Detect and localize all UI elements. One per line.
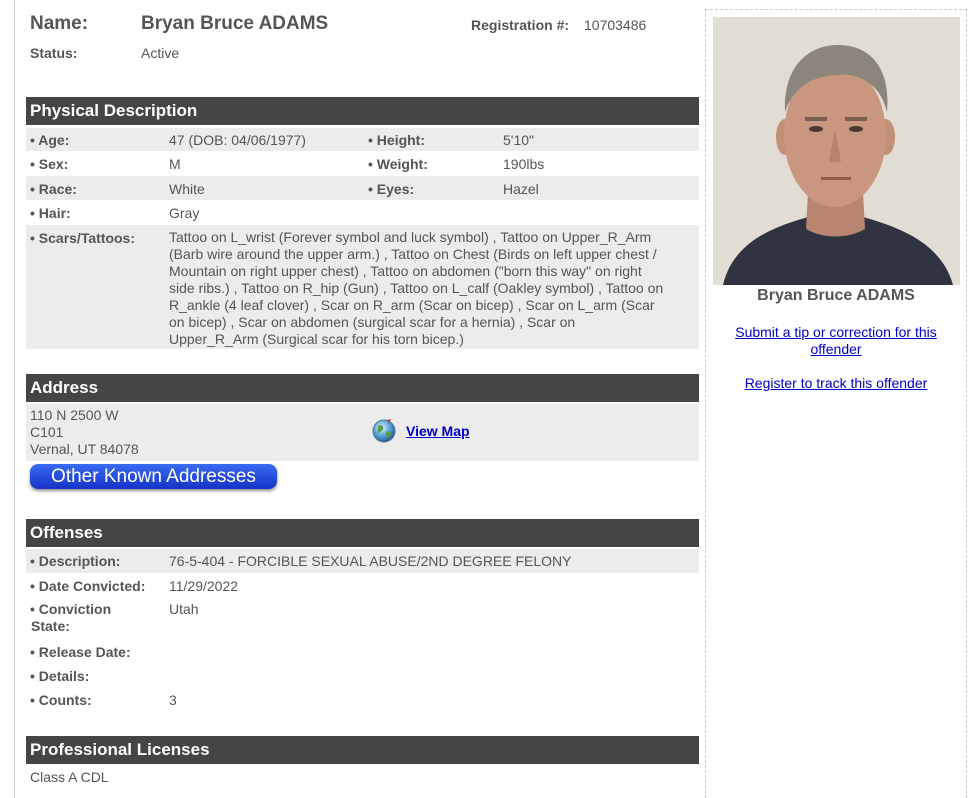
registration-label: Registration #: [471, 17, 570, 33]
status-value: Active [141, 45, 180, 61]
description-label: • Description: [30, 553, 121, 569]
sex-value: M [169, 156, 181, 172]
date-convicted-value: 11/29/2022 [169, 578, 239, 594]
release-date-label: • Release Date: [30, 644, 131, 660]
photo-caption-name: Bryan Bruce ADAMS [757, 287, 915, 304]
physical-description-header: Physical Description [26, 97, 699, 125]
physical-row-sex-weight: • Sex: M • Weight: 190lbs [26, 152, 699, 175]
left-border-line [14, 0, 15, 798]
submit-tip-link-line-2[interactable]: offender [810, 341, 861, 357]
eyes-label: • Eyes: [368, 181, 415, 197]
scars-line: Mountain on right upper chest) , Tattoo … [169, 263, 642, 279]
address-line-3: Vernal, UT 84078 [30, 441, 139, 457]
physical-row-race-eyes: • Race: White • Eyes: Hazel [26, 176, 699, 200]
offense-row-state: • Conviction State: Utah [26, 600, 699, 640]
description-value: 76-5-404 - FORCIBLE SEXUAL ABUSE/2ND DEG… [169, 553, 572, 569]
offense-row-convicted: • Date Convicted: 11/29/2022 [26, 574, 699, 598]
date-convicted-label: • Date Convicted: [30, 578, 146, 594]
physical-row-scars: • Scars/Tattoos: Tattoo on L_wrist (Fore… [26, 225, 699, 349]
registration-number: 10703486 [584, 17, 647, 33]
race-label: • Race: [30, 181, 77, 197]
conviction-state-value: Utah [169, 601, 199, 617]
counts-value: 3 [169, 692, 177, 708]
view-map-link[interactable]: View Map [406, 423, 470, 439]
offense-row-description: • Description: 76-5-404 - FORCIBLE SEXUA… [26, 549, 699, 573]
offenses-header: Offenses [26, 519, 699, 547]
race-value: White [169, 181, 205, 197]
height-label: • Height: [368, 132, 426, 148]
conviction-state-label-line-2: State: [31, 618, 70, 634]
globe-icon[interactable] [371, 417, 398, 444]
weight-value: 190lbs [503, 156, 545, 172]
height-value: 5'10" [503, 132, 535, 148]
address-line-1: 110 N 2500 W [30, 407, 119, 423]
offense-row-counts: • Counts: 3 [26, 690, 699, 712]
register-track-link[interactable]: Register to track this offender [720, 375, 952, 391]
scars-line: (Barb wire around the upper arm.) , Tatt… [169, 246, 657, 262]
hair-label: • Hair: [30, 205, 71, 221]
physical-row-age-height: • Age: 47 (DOB: 04/06/1977) • Height: 5'… [26, 128, 699, 151]
address-header: Address [26, 374, 699, 402]
scars-line: on bicep) , Scar on abdomen (surgical sc… [169, 314, 576, 330]
scars-line: side ribs.) , Tattoo on R_hip (Gun) , Ta… [169, 280, 664, 296]
submit-tip-link[interactable]: Submit a tip or correction for this offe… [720, 324, 952, 358]
physical-row-hair: • Hair: Gray [26, 201, 699, 224]
address-line-2: C101 [30, 424, 64, 440]
name-label: Name: [30, 13, 89, 34]
scars-line: R_ankle (4 leaf clover) , Scar on R_arm … [169, 297, 655, 313]
details-label: • Details: [30, 668, 90, 684]
eyes-value: Hazel [503, 181, 539, 197]
scars-value: Tattoo on L_wrist (Forever symbol and lu… [169, 229, 697, 348]
conviction-state-label-line-1: • Conviction [30, 601, 112, 617]
license-value: Class A CDL [30, 769, 109, 785]
offense-row-details: • Details: [26, 666, 699, 688]
conviction-state-label: • Conviction State: [30, 601, 111, 635]
address-text: 110 N 2500 W C101 Vernal, UT 84078 [30, 407, 139, 458]
sex-label: • Sex: [30, 156, 69, 172]
offense-row-release: • Release Date: [26, 642, 699, 664]
address-row: 110 N 2500 W C101 Vernal, UT 84078 View … [26, 404, 699, 461]
scars-line: Upper_R_Arm (Surgical scar for his torn … [169, 331, 464, 347]
professional-licenses-header: Professional Licenses [26, 736, 699, 764]
age-value: 47 (DOB: 04/06/1977) [169, 132, 306, 148]
scars-line: Tattoo on L_wrist (Forever symbol and lu… [169, 229, 652, 245]
age-label: • Age: [30, 132, 70, 148]
hair-value: Gray [169, 205, 200, 221]
other-known-addresses-button[interactable]: Other Known Addresses [30, 464, 277, 489]
scars-label: • Scars/Tattoos: [30, 230, 135, 246]
submit-tip-link-line-1[interactable]: Submit a tip or correction for this [735, 324, 937, 340]
offender-name: Bryan Bruce ADAMS [141, 13, 329, 34]
offender-photo [713, 17, 960, 285]
counts-label: • Counts: [30, 692, 92, 708]
status-label: Status: [30, 45, 78, 61]
weight-label: • Weight: [368, 156, 428, 172]
